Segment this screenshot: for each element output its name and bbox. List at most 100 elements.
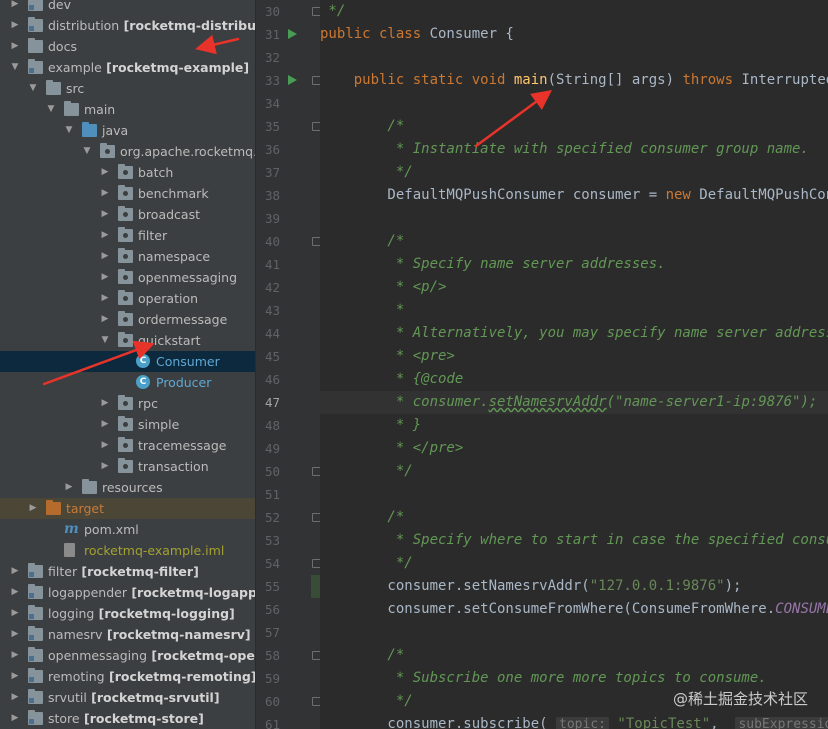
- expand-right-icon[interactable]: ▶: [9, 624, 21, 645]
- code-line[interactable]: * Specify where to start in case the spe…: [320, 529, 828, 552]
- tree-node-dev[interactable]: ▶ dev: [0, 0, 255, 15]
- tree-node-java[interactable]: ▼ java: [0, 120, 255, 141]
- expand-right-icon[interactable]: ▶: [9, 666, 21, 687]
- tree-node-ordermessage[interactable]: ▶ ordermessage: [0, 309, 255, 330]
- tree-node-quickstart[interactable]: ▼ quickstart: [0, 330, 255, 351]
- code-line[interactable]: /*: [320, 230, 404, 253]
- expand-right-icon[interactable]: ▶: [9, 708, 21, 729]
- code-line[interactable]: */: [320, 552, 413, 575]
- tree-node-target[interactable]: ▶ target: [0, 498, 255, 519]
- expand-right-icon[interactable]: ▶: [27, 498, 39, 519]
- tree-node-rpc[interactable]: ▶ rpc: [0, 393, 255, 414]
- expand-right-icon[interactable]: ▶: [9, 561, 21, 582]
- expand-right-icon[interactable]: ▶: [9, 15, 21, 36]
- run-gutter-icon[interactable]: [288, 29, 297, 39]
- expand-down-icon[interactable]: ▼: [81, 141, 93, 162]
- code-line[interactable]: * Specify name server addresses.: [320, 253, 666, 276]
- code-line[interactable]: * <pre>: [320, 345, 455, 368]
- expand-right-icon[interactable]: ▶: [9, 603, 21, 624]
- code-line[interactable]: DefaultMQPushConsumer consumer = new Def…: [320, 184, 828, 207]
- code-line[interactable]: * {@code: [320, 368, 463, 391]
- tree-node-src[interactable]: ▼ src: [0, 78, 255, 99]
- code-line[interactable]: consumer.setNamesrvAddr("127.0.0.1:9876"…: [320, 575, 741, 598]
- code-line[interactable]: * Instantiate with specified consumer gr…: [320, 138, 809, 161]
- expand-down-icon[interactable]: ▼: [63, 120, 75, 141]
- code-line[interactable]: * Alternatively, you may specify name se…: [320, 322, 828, 345]
- code-line[interactable]: public static void main(String[] args) t…: [320, 69, 828, 92]
- tree-node-example[interactable]: ▼ example [rocketmq-example]: [0, 57, 255, 78]
- tree-node-tracemessage[interactable]: ▶ tracemessage: [0, 435, 255, 456]
- tree-node-namesrv[interactable]: ▶ namesrv [rocketmq-namesrv]: [0, 624, 255, 645]
- code-line[interactable]: public class Consumer {: [320, 23, 514, 46]
- code-line[interactable]: /*: [320, 644, 404, 667]
- expand-right-icon[interactable]: ▶: [99, 414, 111, 435]
- expand-right-icon[interactable]: ▶: [99, 246, 111, 267]
- package-icon: [118, 290, 133, 305]
- code-line[interactable]: */: [320, 690, 413, 713]
- tree-node-broadcast[interactable]: ▶ broadcast: [0, 204, 255, 225]
- expand-right-icon[interactable]: ▶: [9, 36, 21, 57]
- expand-right-icon[interactable]: ▶: [99, 435, 111, 456]
- expand-right-icon[interactable]: ▶: [9, 582, 21, 603]
- tree-node-filter[interactable]: ▶ filter [rocketmq-filter]: [0, 561, 255, 582]
- expand-right-icon[interactable]: ▶: [63, 477, 75, 498]
- tree-node-name: rpc: [138, 396, 158, 411]
- tree-node-openmessaging[interactable]: ▶ openmessaging: [0, 267, 255, 288]
- expand-down-icon[interactable]: ▼: [45, 99, 57, 120]
- run-gutter-icon[interactable]: [288, 75, 297, 85]
- tree-node-label: simple: [138, 414, 179, 435]
- expand-right-icon[interactable]: ▶: [99, 309, 111, 330]
- tree-node-logging[interactable]: ▶ logging [rocketmq-logging]: [0, 603, 255, 624]
- tree-node-store[interactable]: ▶ store [rocketmq-store]: [0, 708, 255, 729]
- tree-node-openmessaging[interactable]: ▶ openmessaging [rocketmq-openmessaging]: [0, 645, 255, 666]
- code-line[interactable]: * consumer.setNamesrvAddr("name-server1-…: [320, 391, 817, 414]
- code-line[interactable]: /*: [320, 115, 404, 138]
- tree-node-simple[interactable]: ▶ simple: [0, 414, 255, 435]
- expand-right-icon[interactable]: ▶: [99, 204, 111, 225]
- tree-node-consumer[interactable]: C Consumer: [0, 351, 255, 372]
- code-line[interactable]: *: [320, 299, 404, 322]
- tree-node-logappender[interactable]: ▶ logappender [rocketmq-logappender]: [0, 582, 255, 603]
- expand-right-icon[interactable]: ▶: [9, 0, 21, 15]
- code-line[interactable]: /*: [320, 506, 404, 529]
- tree-node-benchmark[interactable]: ▶ benchmark: [0, 183, 255, 204]
- code-line[interactable]: consumer.subscribe( topic: "TopicTest", …: [320, 713, 828, 729]
- code-editor[interactable]: */ public class Consumer { public static …: [320, 0, 828, 729]
- code-line[interactable]: */: [320, 460, 413, 483]
- package-icon: [118, 416, 133, 431]
- tree-node-filter[interactable]: ▶ filter: [0, 225, 255, 246]
- expand-right-icon[interactable]: ▶: [9, 645, 21, 666]
- expand-right-icon[interactable]: ▶: [99, 288, 111, 309]
- code-line[interactable]: * }: [320, 414, 421, 437]
- expand-right-icon[interactable]: ▶: [99, 183, 111, 204]
- tree-node-transaction[interactable]: ▶ transaction: [0, 456, 255, 477]
- expand-right-icon[interactable]: ▶: [99, 393, 111, 414]
- tree-node-org-apache-rocketmq-example[interactable]: ▼ org.apache.rocketmq.example: [0, 141, 255, 162]
- expand-right-icon[interactable]: ▶: [99, 456, 111, 477]
- code-line[interactable]: */: [320, 0, 345, 23]
- tree-node-docs[interactable]: ▶ docs: [0, 36, 255, 57]
- code-line[interactable]: * Subscribe one more more topics to cons…: [320, 667, 767, 690]
- tree-node-namespace[interactable]: ▶ namespace: [0, 246, 255, 267]
- code-line[interactable]: * </pre>: [320, 437, 463, 460]
- code-line[interactable]: */: [320, 161, 413, 184]
- tree-node-rocketmq-example-iml[interactable]: rocketmq-example.iml: [0, 540, 255, 561]
- expand-right-icon[interactable]: ▶: [99, 162, 111, 183]
- tree-node-remoting[interactable]: ▶ remoting [rocketmq-remoting]: [0, 666, 255, 687]
- tree-node-pom-xml[interactable]: m pom.xml: [0, 519, 255, 540]
- code-line[interactable]: consumer.setConsumeFromWhere(ConsumeFrom…: [320, 598, 828, 621]
- tree-node-resources[interactable]: ▶ resources: [0, 477, 255, 498]
- tree-node-main[interactable]: ▼ main: [0, 99, 255, 120]
- expand-down-icon[interactable]: ▼: [9, 57, 21, 78]
- tree-node-distribution[interactable]: ▶ distribution [rocketmq-distribution]: [0, 15, 255, 36]
- expand-down-icon[interactable]: ▼: [27, 78, 39, 99]
- expand-down-icon[interactable]: ▼: [99, 330, 111, 351]
- tree-node-producer[interactable]: C Producer: [0, 372, 255, 393]
- expand-right-icon[interactable]: ▶: [99, 225, 111, 246]
- expand-right-icon[interactable]: ▶: [9, 687, 21, 708]
- code-line[interactable]: * <p/>: [320, 276, 447, 299]
- tree-node-srvutil[interactable]: ▶ srvutil [rocketmq-srvutil]: [0, 687, 255, 708]
- expand-right-icon[interactable]: ▶: [99, 267, 111, 288]
- tree-node-operation[interactable]: ▶ operation: [0, 288, 255, 309]
- tree-node-batch[interactable]: ▶ batch: [0, 162, 255, 183]
